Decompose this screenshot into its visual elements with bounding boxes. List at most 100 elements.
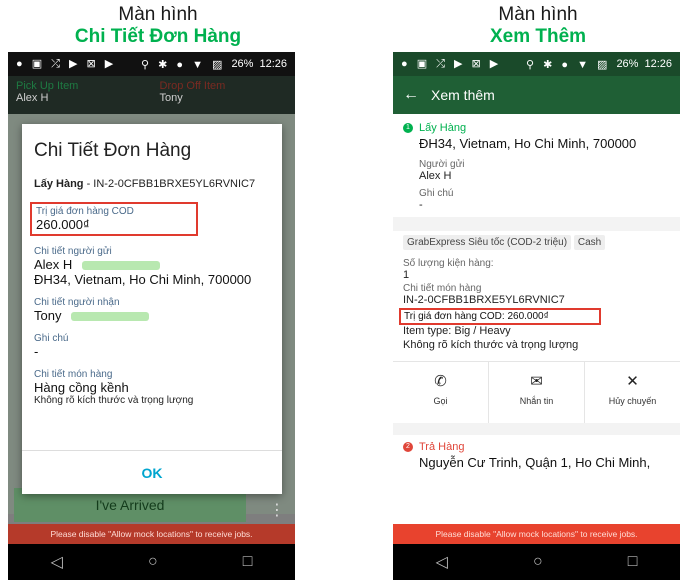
tab-pickup-title: Pick Up Item [16, 80, 79, 92]
notification-icons: ● ▣ ⤮ ▶ ⊠ ▶ [16, 58, 117, 70]
sender-name-row: Alex H [34, 257, 270, 272]
pickup-address: ĐH34, Vietnam, Ho Chi Minh, 700000 [419, 136, 637, 151]
recents-nav-icon[interactable]: □ [628, 553, 638, 571]
caption-right-line1: Màn hình [498, 4, 578, 25]
item-label: Chi tiết món hàng [34, 369, 113, 380]
pickup-step: 1 Lấy Hàng [403, 122, 670, 134]
message-label: Nhắn tin [519, 396, 554, 406]
call-label: Gọi [433, 396, 448, 406]
status-bar: ● ▣ ⤮ ▶ ⊠ ▶ ⚲ ✱ ● ▼ ▨ 26% 12:26 [8, 52, 295, 76]
dropoff-step: 2 Trả Hàng [403, 441, 670, 453]
phone-order-details: ● ▣ ⤮ ▶ ⊠ ▶ ⚲ ✱ ● ▼ ▨ 26% 12:26 Pick Up … [8, 52, 295, 580]
item-type: Item type: Big / Heavy [403, 325, 511, 337]
envelope-icon: ✉ [530, 373, 543, 390]
item-id: IN-2-0CFBB1BRXE5YL6RVNIC7 [403, 294, 565, 306]
app-header: ← Xem thêm [393, 76, 680, 114]
message-button[interactable]: ✉ Nhắn tin [489, 362, 585, 423]
caption-left: Màn hình Chi Tiết Đơn Hàng [8, 4, 308, 48]
section-divider [393, 217, 680, 231]
home-nav-icon[interactable]: ○ [533, 553, 543, 571]
close-icon: ✕ [626, 373, 639, 390]
section-divider [393, 423, 680, 435]
order-label: Lấy Hàng [34, 178, 84, 190]
cancel-trip-label: Hủy chuyến [608, 396, 657, 406]
ok-button[interactable]: OK [22, 450, 282, 494]
tab-dropoff-name: Tony [159, 92, 183, 104]
caption-right: Màn hình Xem Thêm [388, 4, 688, 48]
home-nav-icon[interactable]: ○ [148, 553, 158, 571]
dropoff-step-label: Trả Hàng [419, 441, 465, 453]
order-id: - IN-2-0CFBB1BRXE5YL6RVNIC7 [83, 178, 256, 190]
notification-icons: ● ▣ ⤮ ▶ ⊠ ▶ [401, 58, 502, 70]
service-type-badge: GrabExpress Siêu tốc (COD-2 triệu) [403, 235, 572, 250]
cod-highlight-box: Trị giá đơn hàng COD: 260.000₫ [399, 308, 601, 325]
caption-right-line2: Xem Thêm [489, 26, 587, 47]
sender-value: Alex H [419, 170, 452, 182]
details-content: 1 Lấy Hàng ĐH34, Vietnam, Ho Chi Minh, 7… [393, 114, 680, 470]
mock-location-warning: Please disable "Allow mock locations" to… [8, 524, 295, 544]
note-value: - [419, 199, 423, 211]
item-size: Không rõ kích thước và trọng lượng [403, 339, 579, 351]
blurred-phone-number [71, 312, 150, 322]
item-details-label: Chi tiết món hàng [403, 283, 482, 294]
tab-pickup[interactable]: Pick Up Item Alex H [8, 76, 152, 114]
clock: 12:26 [259, 58, 287, 70]
receiver-name-row: Tony [34, 308, 270, 323]
note-label: Ghi chú [419, 188, 454, 199]
step-2-icon: 2 [403, 442, 413, 452]
android-nav-bar: ◁ ○ □ [393, 544, 680, 580]
back-nav-icon[interactable]: ◁ [436, 552, 448, 572]
system-icons: ⚲ ✱ ● ▼ ▨ [526, 58, 611, 71]
dropoff-address: Nguyễn Cư Trinh, Quận 1, Ho Chi Minh, [419, 455, 651, 470]
battery-level: 26% [616, 58, 639, 70]
sender-name: Alex H [34, 257, 73, 272]
order-details-dialog: Chi Tiết Đơn Hàng Lấy Hàng - IN-2-0CFBB1… [22, 124, 282, 494]
battery-level: 26% [231, 58, 254, 70]
cod-label: Trị giá đơn hàng COD [36, 206, 134, 217]
tab-dropoff-title: Drop Off Item [159, 80, 226, 92]
step-1-icon: 1 [403, 123, 413, 133]
note-details: Ghi chú - [34, 333, 270, 359]
dialog-title: Chi Tiết Đơn Hàng [34, 140, 192, 161]
phone-icon: ✆ [434, 373, 447, 390]
package-count: 1 [403, 269, 410, 281]
note-value: - [34, 344, 39, 359]
sender-label: Chi tiết người gửi [34, 246, 112, 257]
back-nav-icon[interactable]: ◁ [51, 552, 63, 572]
sender-details: Chi tiết người gửi Alex H ĐH34, Vietnam,… [34, 246, 270, 287]
system-icons: ⚲ ✱ ● ▼ ▨ [141, 58, 226, 71]
pickup-step-label: Lấy Hàng [419, 122, 467, 134]
payment-badge: Cash [573, 235, 606, 250]
tab-dropoff[interactable]: Drop Off Item Tony [152, 76, 296, 114]
item-value: Hàng cồng kềnh [34, 380, 129, 395]
sender-address: ĐH34, Vietnam, Ho Chi Minh, 700000 [34, 272, 252, 287]
receiver-label: Chi tiết người nhận [34, 297, 120, 308]
android-nav-bar: ◁ ○ □ [8, 544, 295, 580]
header-title: Xem thêm [431, 87, 495, 103]
cancel-trip-button[interactable]: ✕ Hủy chuyến [585, 362, 680, 423]
package-count-label: Số lượng kiện hàng: [403, 258, 494, 269]
order-line: Lấy Hàng - IN-2-0CFBB1BRXE5YL6RVNIC7 [34, 178, 270, 190]
status-bar: ● ▣ ⤮ ▶ ⊠ ▶ ⚲ ✱ ● ▼ ▨ 26% 12:26 [393, 52, 680, 76]
clock: 12:26 [644, 58, 672, 70]
note-label: Ghi chú [34, 333, 69, 344]
mock-location-warning: Please disable "Allow mock locations" to… [393, 524, 680, 544]
blurred-phone-number [82, 261, 161, 271]
item-sub: Không rõ kích thước và trọng lượng [34, 395, 194, 406]
back-arrow-icon[interactable]: ← [403, 86, 419, 104]
receiver-name: Tony [34, 308, 62, 323]
sender-label: Người gửi [419, 159, 465, 170]
phone-see-more: ● ▣ ⤮ ▶ ⊠ ▶ ⚲ ✱ ● ▼ ▨ 26% 12:26 ← Xem th… [393, 52, 680, 580]
recents-nav-icon[interactable]: □ [243, 553, 253, 571]
caption-left-line1: Màn hình [118, 4, 198, 25]
more-options-icon[interactable]: ⋮ [269, 500, 285, 520]
item-details: Chi tiết món hàng Hàng cồng kềnh Không r… [34, 369, 270, 406]
action-bar: ✆ Gọi ✉ Nhắn tin ✕ Hủy chuyến [393, 361, 680, 423]
cod-highlight-box: Trị giá đơn hàng COD 260.000₫ [30, 202, 198, 236]
cod-value: 260.000₫ [36, 217, 90, 232]
tab-pickup-name: Alex H [16, 92, 49, 104]
caption-left-line2: Chi Tiết Đơn Hàng [74, 26, 242, 47]
call-button[interactable]: ✆ Gọi [393, 362, 489, 423]
job-tabs: Pick Up Item Alex H Drop Off Item Tony [8, 76, 295, 114]
receiver-details: Chi tiết người nhận Tony [34, 297, 270, 323]
